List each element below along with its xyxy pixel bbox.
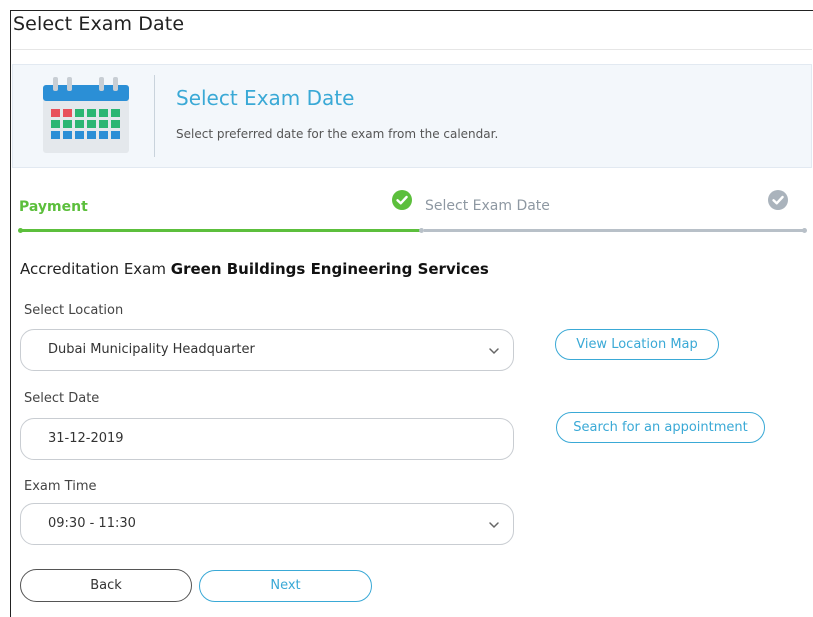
page-title: Select Exam Date [13, 13, 185, 35]
time-select[interactable]: 09:30 - 11:30 [20, 503, 514, 545]
exam-name: Green Buildings Engineering Services [170, 260, 489, 278]
exam-heading: Accreditation Exam Green Buildings Engin… [20, 260, 489, 278]
progress-steps: Payment Select Exam Date [12, 190, 812, 236]
next-button[interactable]: Next [199, 570, 372, 602]
progress-bar-complete [20, 229, 420, 232]
title-divider [12, 49, 812, 50]
back-button[interactable]: Back [20, 569, 192, 602]
info-divider [154, 75, 155, 157]
location-value: Dubai Municipality Headquarter [48, 342, 255, 357]
progress-dot [419, 228, 424, 233]
chevron-down-icon [489, 522, 499, 529]
time-value: 09:30 - 11:30 [48, 516, 136, 531]
location-select[interactable]: Dubai Municipality Headquarter [20, 329, 514, 371]
progress-bar-pending [424, 229, 804, 232]
view-location-map-button[interactable]: View Location Map [555, 329, 719, 360]
step-payment-label[interactable]: Payment [19, 199, 88, 215]
step-select-date-label[interactable]: Select Exam Date [425, 198, 550, 214]
search-appointment-button[interactable]: Search for an appointment [556, 412, 765, 443]
time-label: Exam Time [24, 479, 97, 494]
check-circle-icon [768, 190, 788, 210]
calendar-icon [43, 77, 129, 153]
progress-dot [18, 228, 23, 233]
chevron-down-icon [489, 348, 499, 355]
location-label: Select Location [24, 303, 124, 318]
progress-dot [802, 228, 807, 233]
date-value: 31-12-2019 [48, 431, 124, 446]
date-label: Select Date [24, 391, 100, 406]
check-circle-icon [392, 190, 412, 210]
date-input[interactable]: 31-12-2019 [20, 418, 514, 460]
info-title: Select Exam Date [176, 86, 355, 110]
info-box: Select Exam Date Select preferred date f… [12, 64, 812, 168]
exam-prefix: Accreditation Exam [20, 260, 166, 278]
info-subtitle: Select preferred date for the exam from … [176, 127, 499, 141]
